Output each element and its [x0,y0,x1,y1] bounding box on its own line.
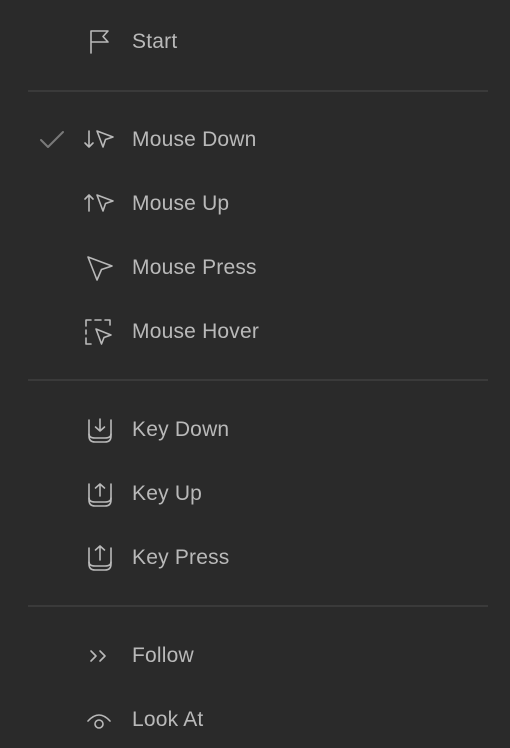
checkmark-icon [38,129,66,151]
eye-icon [83,704,115,736]
key-up-icon [83,478,115,510]
menu-item-key-press[interactable]: Key Press [0,530,510,586]
menu-item-label: Follow [132,644,194,667]
menu-item-label: Key Press [132,546,230,569]
key-down-icon [83,414,115,446]
menu-item-label: Mouse Down [132,128,257,151]
menu-item-follow[interactable]: Follow [0,628,510,684]
menu-item-label: Key Down [132,418,230,441]
divider [28,605,488,607]
menu-item-key-down[interactable]: Key Down [0,402,510,458]
menu-item-label: Start [132,30,178,53]
menu-item-start[interactable]: Start [0,14,510,70]
divider [28,379,488,381]
menu-item-label: Key Up [132,482,203,505]
menu-item-mouse-press[interactable]: Mouse Press [0,240,510,296]
menu-item-key-up[interactable]: Key Up [0,466,510,522]
flag-icon [83,26,115,58]
menu-item-mouse-hover[interactable]: Mouse Hover [0,304,510,360]
menu-item-mouse-up[interactable]: Mouse Up [0,176,510,232]
mouse-up-icon [83,188,115,220]
menu-item-look-at[interactable]: Look At [0,692,510,748]
trigger-menu: Start Mouse Down Mouse Up Mouse Press Mo… [0,0,510,746]
divider [28,90,488,92]
menu-item-label: Mouse Press [132,256,257,279]
mouse-down-icon [83,124,115,156]
menu-item-label: Mouse Hover [132,320,260,343]
chevrons-right-icon [83,640,115,672]
key-press-icon [83,542,115,574]
cursor-icon [83,252,115,284]
hover-cursor-icon [83,316,115,348]
menu-item-label: Mouse Up [132,192,230,215]
menu-item-label: Look At [132,708,204,731]
menu-item-mouse-down[interactable]: Mouse Down [0,112,510,168]
